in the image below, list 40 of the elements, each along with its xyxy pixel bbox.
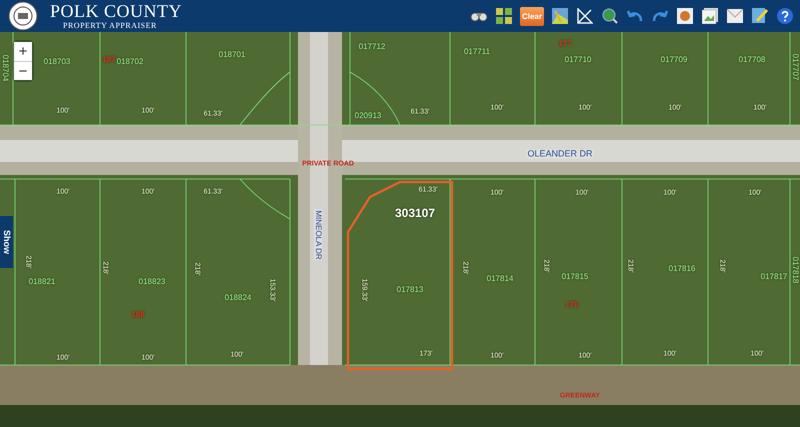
parcel-number: 017817 <box>760 273 788 281</box>
parcel-number: 018701 <box>218 51 246 59</box>
edit-icon[interactable] <box>750 6 769 26</box>
selected-parcel-number: 303107 <box>394 207 436 219</box>
parcel-number: 017711 <box>464 48 490 56</box>
ruler-triangle-icon[interactable] <box>575 6 594 26</box>
document-icon[interactable] <box>700 6 719 26</box>
parcel-number: 017818 <box>791 256 799 284</box>
parcel-number: 017815 <box>562 273 588 281</box>
parcel-number: 018821 <box>28 278 56 286</box>
parcel-number: 020913 <box>354 112 382 120</box>
photo-icon[interactable] <box>675 6 694 26</box>
lot-number: 176 <box>565 301 579 309</box>
mail-icon[interactable] <box>725 6 744 26</box>
parcel-number: 018704 <box>1 54 9 82</box>
parcel-number: 018823 <box>138 278 166 286</box>
parcel-number: 017712 <box>358 43 386 51</box>
lot-number: 188 <box>131 311 145 319</box>
globe-search-icon[interactable] <box>600 6 619 26</box>
parcel-number: 018703 <box>44 58 70 66</box>
parcel-number: 017816 <box>668 265 696 273</box>
parcel-number: 017707 <box>791 54 799 80</box>
header-title: POLK COUNTY <box>50 2 182 20</box>
lot-number: 187 <box>102 56 116 64</box>
parcel-number: 017710 <box>564 56 592 64</box>
parcel-number: 018702 <box>116 58 144 66</box>
parcel-number: 017709 <box>660 56 688 64</box>
zoom-out-button[interactable]: − <box>14 61 32 80</box>
parcel-number: 018824 <box>224 294 252 302</box>
show-tab[interactable]: Show <box>0 216 13 268</box>
map-icon[interactable] <box>550 6 569 26</box>
lot-number: 177 <box>558 40 572 48</box>
parcel-number: 017814 <box>486 275 514 283</box>
parcel-number: 017708 <box>738 56 766 64</box>
street-label: MINEOLA DR <box>314 209 322 261</box>
street-label: OLEANDER DR <box>526 150 594 158</box>
grid-icon[interactable] <box>494 6 514 26</box>
help-icon[interactable] <box>775 6 794 26</box>
header-subtitle: PROPERTY APPRAISER <box>63 22 158 30</box>
parcel-number: 017813 <box>396 286 424 294</box>
